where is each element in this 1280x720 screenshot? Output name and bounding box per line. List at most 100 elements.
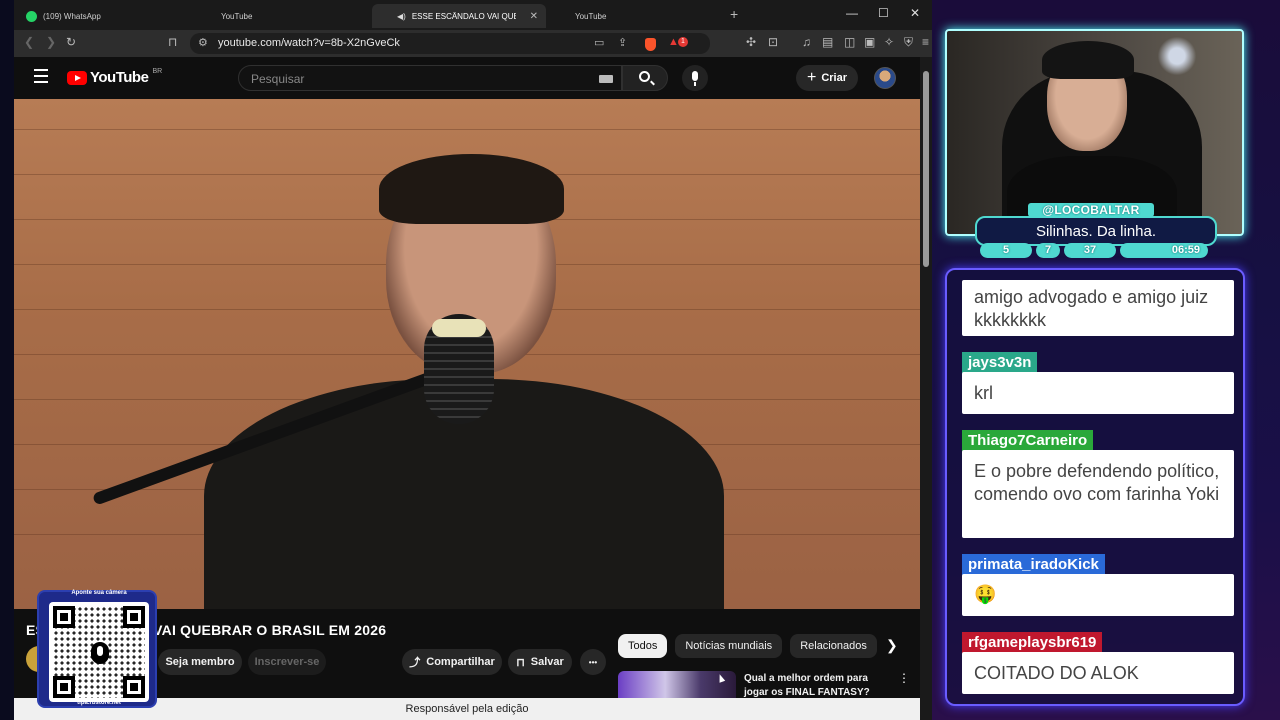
- streamer-hair: [1042, 41, 1134, 79]
- close-window-icon[interactable]: ✕: [910, 6, 920, 20]
- youtube-header: YouTube BR Pesquisar + Criar: [14, 57, 920, 99]
- bookmark-icon: ⊓: [516, 656, 525, 669]
- recommended-title[interactable]: Qual a melhor ordem para jogar os FINAL …: [744, 672, 894, 700]
- stat-badge: 7: [1036, 243, 1060, 258]
- share-icon[interactable]: ⇪: [618, 36, 627, 49]
- chat-message-text: COITADO DO ALOK: [962, 652, 1234, 694]
- subscribe-button[interactable]: Inscrever-se: [248, 649, 326, 675]
- video-title-text: VAI QUEBRAR O BRASIL EM 2026: [153, 622, 387, 638]
- screenshot-icon[interactable]: ⊡: [768, 35, 778, 49]
- stat-badge: 37: [1064, 243, 1116, 258]
- qr-card: Aponte sua câmera tipa.rbstore.net: [37, 590, 157, 708]
- tab-youtube-2[interactable]: YouTube: [550, 4, 726, 79]
- minimize-icon[interactable]: —: [846, 6, 858, 20]
- reload-icon[interactable]: ↻: [66, 35, 76, 49]
- chat-username: primata_iradoKick: [962, 554, 1105, 575]
- microphone-icon: [91, 642, 109, 664]
- youtube-logo[interactable]: YouTube BR: [67, 68, 163, 86]
- tab-title: YouTube: [575, 11, 607, 21]
- cast-icon[interactable]: ▭: [594, 36, 604, 49]
- scrollbar-thumb[interactable]: [923, 71, 929, 267]
- subscribe-label: Inscrever-se: [254, 656, 320, 668]
- page-scrollbar[interactable]: [920, 57, 932, 720]
- mic-ring: [432, 319, 486, 337]
- rewards-badge: 1: [678, 37, 688, 47]
- site-info-icon[interactable]: ⚙: [198, 36, 208, 49]
- close-tab-icon[interactable]: ✕: [530, 11, 538, 22]
- bookmark-icon[interactable]: ⊓: [168, 35, 177, 49]
- tab-youtube-1[interactable]: YouTube: [196, 4, 372, 79]
- more-icon: •••: [588, 657, 598, 667]
- chip-all[interactable]: Todos: [618, 634, 668, 658]
- stat-badge: 5: [980, 243, 1032, 258]
- tab-whatsapp[interactable]: (109) WhatsApp: [18, 4, 194, 28]
- search-icon: [639, 71, 650, 82]
- hamburger-menu-icon[interactable]: [34, 69, 48, 83]
- more-actions-button[interactable]: •••: [580, 649, 606, 675]
- chat-username: Thiago7Carneiro: [962, 430, 1094, 451]
- search-input[interactable]: Pesquisar: [238, 65, 622, 91]
- streamer-tag: @LOCOBALTAR: [1028, 203, 1154, 217]
- chat-message-text: krl: [962, 372, 1234, 414]
- plus-icon: +: [806, 69, 817, 86]
- address-bar[interactable]: ⚙ youtube.com/watch?v=8b-X2nGveCk ▭ ⇪ ▲ …: [190, 33, 710, 54]
- chip-world-news[interactable]: Notícias mundiais: [675, 634, 783, 658]
- stream-timer: 06:59: [1120, 243, 1208, 258]
- create-label: Criar: [821, 72, 848, 84]
- url-text: youtube.com/watch?v=8b-X2nGveCk: [218, 37, 400, 49]
- chip-related[interactable]: Relacionados: [790, 634, 877, 658]
- join-button[interactable]: Seja membro: [158, 649, 242, 675]
- browser-toolbar: ❮ ❯ ↻ ⊓ ⚙ youtube.com/watch?v=8b-X2nGveC…: [14, 30, 932, 57]
- country-code: BR: [152, 68, 163, 75]
- keyboard-icon[interactable]: [599, 75, 613, 83]
- new-tab-icon[interactable]: +: [730, 6, 738, 22]
- reading-icon[interactable]: ▤: [822, 35, 833, 49]
- qr-top-label: Aponte sua câmera: [71, 590, 127, 596]
- tab-active-video[interactable]: ◀) ESSE ESCÂNDALO VAI QUEBRAR O ✕: [372, 4, 546, 79]
- tab-title: ESSE ESCÂNDALO VAI QUEBRAR O: [411, 11, 516, 21]
- recommendation-chips: Todos Notícias mundiais Relacionados: [618, 634, 877, 658]
- share-icon: ⤴: [409, 657, 421, 669]
- ai-icon[interactable]: ✧: [884, 35, 894, 49]
- back-icon[interactable]: ❮: [24, 35, 34, 49]
- chat-message-text: amigo advogado e amigo juiz kkkkkkkk: [962, 280, 1234, 336]
- presenter-hair: [379, 154, 564, 224]
- speaker-icon: ◀): [397, 11, 406, 21]
- sidebar-icon[interactable]: ◫: [844, 35, 855, 49]
- search-button[interactable]: [622, 65, 668, 91]
- chat-panel: amigo advogado e amigo juiz kkkkkkkk jay…: [945, 268, 1245, 706]
- youtube-play-icon: [67, 70, 87, 85]
- menu-icon[interactable]: ≡: [922, 35, 929, 49]
- brave-shield-icon[interactable]: [645, 38, 656, 51]
- qr-bottom-label: tipa.rbstore.net: [77, 700, 121, 706]
- join-label: Seja membro: [165, 656, 235, 668]
- chat-message-text: E o pobre defendendo político, comendo o…: [962, 450, 1234, 538]
- chevron-right-icon[interactable]: ❯: [886, 637, 898, 654]
- save-label: Salvar: [530, 656, 564, 668]
- qr-code: [49, 602, 149, 702]
- video-player[interactable]: [14, 99, 920, 609]
- share-label: Compartilhar: [426, 656, 495, 668]
- whatsapp-icon: [26, 10, 37, 22]
- extensions-icon[interactable]: ✣: [746, 35, 756, 49]
- background-light: [1152, 36, 1202, 76]
- search-placeholder: Pesquisar: [251, 72, 305, 86]
- chat-message-text: 🤑: [962, 574, 1234, 616]
- more-vert-icon[interactable]: ⋮: [898, 671, 910, 685]
- tab-bar: (109) WhatsApp YouTube ◀) ESSE ESCÂNDALO…: [14, 0, 932, 79]
- forward-icon[interactable]: ❯: [46, 35, 56, 49]
- share-button[interactable]: ⤴ Compartilhar: [402, 649, 502, 675]
- chat-username: rfgameplaysbr619: [962, 632, 1103, 653]
- music-icon[interactable]: ♫: [802, 35, 811, 49]
- chat-username: jays3v3n: [962, 352, 1038, 373]
- create-button[interactable]: + Criar: [796, 65, 858, 91]
- maximize-icon[interactable]: ☐: [878, 6, 889, 20]
- voice-search-button[interactable]: [682, 65, 708, 91]
- logo-text: YouTube: [90, 69, 149, 86]
- tab-title: (109) WhatsApp: [43, 11, 101, 21]
- save-button[interactable]: ⊓ Salvar: [508, 649, 572, 675]
- account-avatar[interactable]: [874, 67, 896, 89]
- overlay-message: Silinhas. Da linha.: [975, 216, 1217, 246]
- wallet-icon[interactable]: ▣: [864, 35, 875, 49]
- vpn-icon[interactable]: ⛨: [904, 35, 913, 50]
